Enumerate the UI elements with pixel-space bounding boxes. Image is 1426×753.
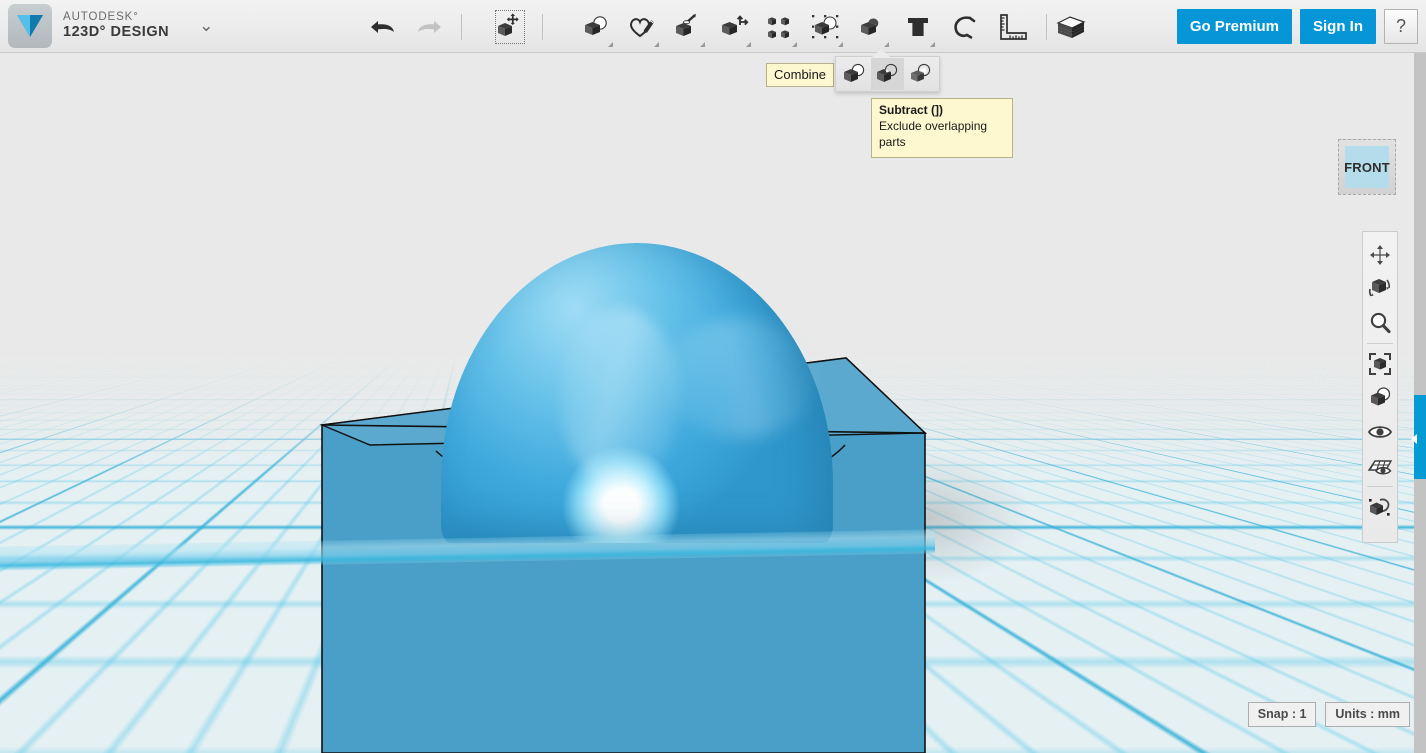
snap-cube-icon [1367, 494, 1393, 520]
text-t-icon [905, 14, 931, 40]
fit-tool[interactable] [1363, 347, 1397, 381]
viewport-scrollbar-track[interactable] [1414, 53, 1426, 753]
cube-sphere-shading-icon [1367, 385, 1393, 411]
four-way-arrows-icon [1368, 243, 1392, 267]
combine-group-label: Combine [766, 63, 834, 87]
chevron-down-icon[interactable] [930, 42, 935, 47]
undo-button[interactable] [365, 7, 401, 47]
subtract-tooltip: Subtract (]) Exclude overlapping parts [871, 98, 1013, 158]
sketch-tool[interactable] [624, 7, 660, 47]
layered-stack-icon [1055, 13, 1087, 41]
autodesk-chevron-icon [15, 12, 45, 40]
brand-text: AUTODESK° 123D° DESIGN [63, 11, 169, 40]
subtract-boolean-icon [875, 62, 901, 86]
view-cube[interactable]: FRONT [1338, 139, 1396, 195]
pan-tool[interactable] [1363, 238, 1397, 272]
dome-specular-streak-right [665, 318, 815, 438]
fit-cube-brackets-icon [1367, 351, 1393, 377]
help-button[interactable]: ? [1384, 9, 1418, 44]
chevron-down-icon[interactable] [792, 42, 797, 47]
combine-tool[interactable] [854, 7, 890, 47]
measure-tool[interactable] [992, 7, 1032, 47]
snap-settings-tool[interactable] [1363, 490, 1397, 524]
toolbar-divider-1 [461, 14, 462, 40]
dome-specular-streak-left [560, 308, 680, 488]
go-premium-button[interactable]: Go Premium [1177, 9, 1292, 44]
materials-group [1048, 0, 1094, 53]
navbar-divider-2 [1367, 486, 1393, 487]
cube-arrows-icon [719, 14, 749, 40]
visibility-tool[interactable] [1363, 415, 1397, 449]
cube-circle-dashed-icon [810, 13, 842, 41]
chevron-down-icon[interactable] [746, 42, 751, 47]
pattern-tool[interactable] [762, 7, 798, 47]
brand-line-2: 123D° DESIGN [63, 24, 169, 40]
3d-viewport[interactable]: FRONT [0, 53, 1426, 753]
materials-tool[interactable] [1053, 7, 1089, 47]
four-cubes-icon [765, 14, 795, 40]
snap-tool[interactable] [946, 7, 982, 47]
merge-button[interactable] [838, 58, 871, 90]
grouping-tool[interactable] [808, 7, 844, 47]
status-bar: Snap : 1 Units : mm [1248, 702, 1410, 727]
sketch-pencil-icon [627, 14, 657, 40]
orbit-tool[interactable] [1363, 272, 1397, 306]
undo-arrow-icon [369, 17, 397, 37]
viewport-scrollbar-thumb[interactable] [1414, 395, 1426, 479]
tooltip-description: Exclude overlapping parts [879, 119, 1005, 151]
toolbar-divider-3 [1046, 14, 1047, 40]
zoom-tool[interactable] [1363, 306, 1397, 340]
grid-display-tool[interactable] [1363, 449, 1397, 483]
navigation-bar[interactable] [1362, 231, 1398, 543]
text-tool[interactable] [900, 7, 936, 47]
merge-boolean-icon [842, 62, 868, 86]
redo-button[interactable] [411, 7, 447, 47]
cube-extrude-icon [673, 14, 703, 40]
cube-sphere-icon [581, 14, 611, 40]
transform-cube-icon [495, 13, 525, 41]
combine-flyout-panel[interactable] [835, 56, 940, 92]
autodesk-logo [8, 4, 52, 48]
construct-tool[interactable] [670, 7, 706, 47]
cube-sphere-solid-icon [857, 14, 887, 40]
sign-in-button[interactable]: Sign In [1300, 9, 1376, 44]
units-status[interactable]: Units : mm [1325, 702, 1410, 727]
toolbar-divider-2 [542, 14, 543, 40]
shading-tool[interactable] [1363, 381, 1397, 415]
magnet-icon [950, 14, 978, 40]
primitives-tool[interactable] [578, 7, 614, 47]
chevron-down-icon[interactable] [884, 42, 889, 47]
app-window: FRONT [0, 0, 1426, 753]
intersect-button[interactable] [904, 58, 937, 90]
history-group [360, 0, 471, 53]
intersect-boolean-icon [908, 62, 934, 86]
ground-shadow [900, 453, 1030, 583]
brand-area[interactable]: AUTODESK° 123D° DESIGN ⌄ [8, 4, 213, 48]
chevron-down-icon[interactable] [838, 42, 843, 47]
eye-icon [1367, 422, 1393, 442]
grid-eye-icon [1367, 454, 1393, 478]
subtract-button[interactable] [871, 58, 904, 90]
brand-line-1: AUTODESK° [63, 11, 169, 24]
main-menu-caret-icon[interactable]: ⌄ [199, 16, 213, 36]
chevron-down-icon[interactable] [700, 42, 705, 47]
account-actions: Go Premium Sign In ? [1177, 9, 1418, 44]
chevron-down-icon[interactable] [654, 42, 659, 47]
transform-group [487, 0, 552, 53]
chevron-down-icon[interactable] [608, 42, 613, 47]
top-toolbar: AUTODESK° 123D° DESIGN ⌄ [0, 0, 1426, 53]
view-cube-face-label: FRONT [1345, 146, 1389, 188]
magnifier-icon [1368, 311, 1392, 335]
redo-arrow-icon [415, 17, 443, 37]
navbar-divider [1367, 343, 1393, 344]
ruler-icon [996, 13, 1028, 41]
main-tools-group [573, 0, 1056, 53]
orbit-cube-icon [1367, 276, 1393, 302]
tooltip-title: Subtract (]) [879, 103, 1005, 119]
transform-tool[interactable] [492, 7, 528, 47]
modify-tool[interactable] [716, 7, 752, 47]
snap-status[interactable]: Snap : 1 [1248, 702, 1317, 727]
